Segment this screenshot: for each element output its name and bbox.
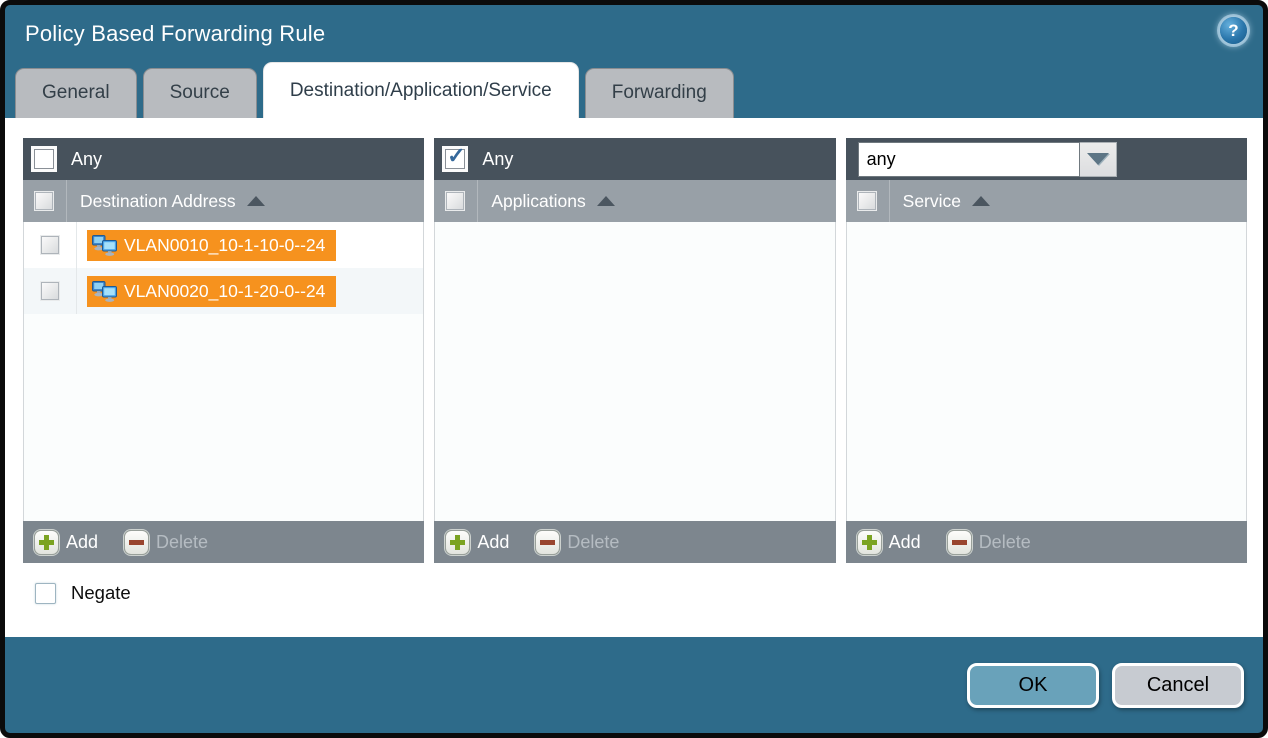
table-row[interactable]: VLAN0010_10-1-10-0--24 xyxy=(24,222,423,268)
check-icon: ✓ xyxy=(447,143,465,169)
network-address-icon xyxy=(92,235,117,256)
minus-icon xyxy=(124,530,149,555)
columns-container: ✓ Any Destination Address xyxy=(23,138,1247,563)
tab-destination-application-service[interactable]: Destination/Application/Service xyxy=(263,62,579,118)
destination-any-label: Any xyxy=(71,149,102,170)
row-checkbox[interactable] xyxy=(41,236,59,254)
destination-any-bar: ✓ Any xyxy=(23,138,424,180)
service-rows xyxy=(846,222,1247,521)
help-glyph: ? xyxy=(1228,21,1238,41)
dialog-frame: Policy Based Forwarding Rule ? General S… xyxy=(0,0,1268,738)
plus-icon xyxy=(445,530,470,555)
chevron-down-icon xyxy=(1087,153,1109,165)
service-panel: any Service xyxy=(846,138,1247,563)
add-button[interactable]: Add xyxy=(34,530,98,555)
service-column-title[interactable]: Service xyxy=(903,191,961,212)
negate-checkbox[interactable] xyxy=(35,583,56,604)
applications-any-label: Any xyxy=(482,149,513,170)
delete-button-label: Delete xyxy=(567,532,619,553)
cancel-button[interactable]: Cancel xyxy=(1112,663,1244,708)
address-object-name: VLAN0010_10-1-10-0--24 xyxy=(124,235,325,256)
ok-button[interactable]: OK xyxy=(967,663,1099,708)
help-icon[interactable]: ? xyxy=(1220,17,1247,44)
address-object-chip[interactable]: VLAN0010_10-1-10-0--24 xyxy=(87,230,336,261)
add-button[interactable]: Add xyxy=(857,530,921,555)
plus-icon xyxy=(857,530,882,555)
destination-column-header: Destination Address xyxy=(23,180,424,222)
minus-icon xyxy=(535,530,560,555)
page-title: Policy Based Forwarding Rule xyxy=(25,21,325,47)
delete-button[interactable]: Delete xyxy=(535,530,619,555)
header-divider xyxy=(66,180,67,222)
negate-row: Negate xyxy=(23,582,1247,604)
add-button-label: Add xyxy=(66,532,98,553)
service-footer-bar: Add Delete xyxy=(846,521,1247,563)
delete-button-label: Delete xyxy=(156,532,208,553)
tab-general[interactable]: General xyxy=(15,68,137,118)
sort-ascending-icon[interactable] xyxy=(247,196,265,206)
address-object-name: VLAN0020_10-1-20-0--24 xyxy=(124,281,325,302)
row-checkbox-cell xyxy=(24,222,77,268)
service-column-header: Service xyxy=(846,180,1247,222)
sort-ascending-icon[interactable] xyxy=(597,196,615,206)
applications-rows xyxy=(434,222,835,521)
table-row[interactable]: VLAN0020_10-1-20-0--24 xyxy=(24,268,423,314)
delete-button[interactable]: Delete xyxy=(947,530,1031,555)
applications-footer-bar: Add Delete xyxy=(434,521,835,563)
destination-any-checkbox[interactable]: ✓ xyxy=(34,149,54,169)
destination-select-all-checkbox[interactable] xyxy=(35,192,53,210)
tab-bar: General Source Destination/Application/S… xyxy=(5,62,1263,118)
policy-based-forwarding-dialog: Policy Based Forwarding Rule ? General S… xyxy=(0,0,1268,738)
header-divider xyxy=(477,180,478,222)
tab-forwarding[interactable]: Forwarding xyxy=(585,68,734,118)
plus-icon xyxy=(34,530,59,555)
add-button-label: Add xyxy=(889,532,921,553)
applications-any-bar: ✓ Any xyxy=(434,138,835,180)
tab-content: ✓ Any Destination Address xyxy=(5,118,1263,637)
network-address-icon xyxy=(92,281,117,302)
service-type-selected-value[interactable]: any xyxy=(858,142,1080,177)
destination-column-title[interactable]: Destination Address xyxy=(80,191,236,212)
applications-select-all-checkbox[interactable] xyxy=(446,192,464,210)
delete-button-label: Delete xyxy=(979,532,1031,553)
minus-icon xyxy=(947,530,972,555)
dialog-titlebar: Policy Based Forwarding Rule ? xyxy=(5,5,1263,62)
address-object-chip[interactable]: VLAN0020_10-1-20-0--24 xyxy=(87,276,336,307)
header-divider xyxy=(889,180,890,222)
service-any-bar: any xyxy=(846,138,1247,180)
destination-rows: VLAN0010_10-1-10-0--24 xyxy=(23,222,424,521)
applications-any-checkbox[interactable]: ✓ xyxy=(445,149,465,169)
tab-source[interactable]: Source xyxy=(143,68,257,118)
service-type-dropdown[interactable]: any xyxy=(858,142,1117,177)
row-checkbox[interactable] xyxy=(41,282,59,300)
destination-footer-bar: Add Delete xyxy=(23,521,424,563)
dialog-action-bar: OK Cancel xyxy=(5,637,1263,733)
dropdown-button[interactable] xyxy=(1080,142,1117,177)
applications-column-title[interactable]: Applications xyxy=(491,191,585,212)
negate-label: Negate xyxy=(71,582,131,604)
applications-panel: ✓ Any Applications Add xyxy=(434,138,835,563)
applications-column-header: Applications xyxy=(434,180,835,222)
row-checkbox-cell xyxy=(24,268,77,314)
destination-address-panel: ✓ Any Destination Address xyxy=(23,138,424,563)
sort-ascending-icon[interactable] xyxy=(972,196,990,206)
delete-button[interactable]: Delete xyxy=(124,530,208,555)
add-button[interactable]: Add xyxy=(445,530,509,555)
service-select-all-checkbox[interactable] xyxy=(858,192,876,210)
add-button-label: Add xyxy=(477,532,509,553)
